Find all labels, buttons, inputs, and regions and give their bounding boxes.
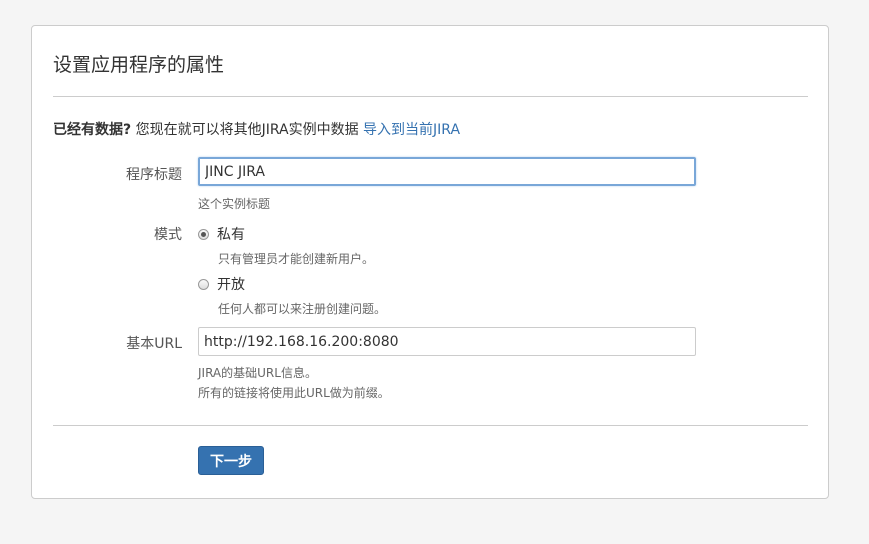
page-title: 设置应用程序的属性 — [53, 54, 225, 76]
base-url-label: 基本URL — [126, 336, 182, 352]
base-url-input[interactable] — [198, 327, 696, 356]
mode-public-option[interactable]: 开放 — [198, 274, 245, 294]
import-notice: 已经有数据? 您现在就可以将其他JIRA实例中数据 导入到当前JIRA — [53, 119, 460, 139]
base-url-description-1: JIRA的基础URL信息。 — [198, 366, 317, 380]
base-url-description-2: 所有的链接将使用此URL做为前缀。 — [198, 386, 390, 400]
app-title-label: 程序标题 — [126, 167, 182, 183]
mode-public-description: 任何人都可以来注册创建问题。 — [218, 302, 387, 316]
settings-panel: 设置应用程序的属性 已经有数据? 您现在就可以将其他JIRA实例中数据 导入到当… — [31, 25, 829, 499]
mode-private-option[interactable]: 私有 — [198, 224, 245, 244]
import-notice-bold: 已经有数据? — [53, 122, 132, 138]
app-title-description: 这个实例标题 — [198, 197, 271, 211]
import-link[interactable]: 导入到当前JIRA — [363, 122, 460, 138]
mode-private-radio[interactable] — [198, 228, 209, 240]
app-title-input[interactable] — [198, 157, 696, 186]
mode-label: 模式 — [154, 227, 182, 243]
import-notice-text: 您现在就可以将其他JIRA实例中数据 — [131, 122, 364, 138]
mode-private-description: 只有管理员才能创建新用户。 — [218, 252, 375, 266]
mode-private-label: 私有 — [217, 227, 245, 243]
next-button[interactable]: 下一步 — [198, 446, 264, 475]
mode-public-radio[interactable] — [198, 278, 209, 290]
mode-public-label: 开放 — [217, 277, 245, 293]
footer-divider — [53, 425, 808, 426]
header-divider — [53, 96, 808, 97]
